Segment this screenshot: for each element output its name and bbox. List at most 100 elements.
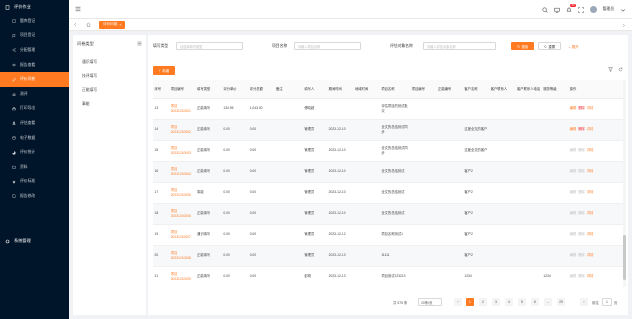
sidebar-item[interactable]: 测评: [0, 87, 69, 102]
detail-link[interactable]: 详情: [587, 148, 594, 152]
chevron-right-icon[interactable]: [621, 23, 626, 28]
table-cell-code[interactable]: 项目20231210002: [169, 119, 196, 141]
page-button[interactable]: 29: [557, 298, 565, 306]
sidebar-item[interactable]: 题库登记: [0, 14, 69, 29]
table-row[interactable]: 13 项目20231210001 正能填写 134.95 1,043.00 傅晓超 评估项目…: [153, 98, 623, 120]
delete-link[interactable]: 删除: [578, 232, 585, 236]
sidebar-item[interactable]: 报告查看: [0, 58, 69, 73]
edit-link[interactable]: 编辑: [570, 274, 577, 278]
edit-link[interactable]: 编辑: [570, 253, 577, 257]
tree-item[interactable]: 正能填写: [82, 88, 97, 93]
prev-page-button[interactable]: ‹: [454, 298, 462, 306]
edit-link[interactable]: 编辑: [570, 190, 577, 194]
edit-link[interactable]: 编辑: [570, 148, 577, 152]
filter-icon[interactable]: [608, 67, 613, 72]
delete-link[interactable]: 删除: [578, 274, 585, 278]
page-button[interactable]: 4: [505, 298, 513, 306]
delete-link[interactable]: 删除: [578, 148, 585, 152]
avatar[interactable]: [589, 6, 597, 13]
chevron-left-icon[interactable]: [73, 22, 78, 27]
sidebar-item[interactable]: 评价标准: [0, 175, 69, 190]
table-cell-code[interactable]: 项目20231210007: [169, 224, 196, 246]
page-ellipsis[interactable]: ...: [544, 298, 552, 306]
bell-icon[interactable]: 20: [566, 3, 576, 13]
screen-icon[interactable]: [553, 7, 560, 13]
detail-link[interactable]: 详情: [587, 127, 594, 131]
user-name[interactable]: 管理员: [603, 7, 614, 12]
table-row[interactable]: 15 项目20231210003 正能填写 0.00 0.00 管理员 2023-12-10…: [153, 140, 623, 162]
edit-link[interactable]: 编辑: [570, 169, 577, 173]
edit-link[interactable]: 编辑: [570, 211, 577, 215]
page-button[interactable]: 6: [531, 298, 539, 306]
detail-link[interactable]: 详情: [587, 106, 594, 110]
list-icon[interactable]: [137, 41, 142, 46]
table-row[interactable]: 16 项目20231210004 正能填写 0.00 0.00 管理员 2023-12-10…: [153, 161, 623, 183]
tree-item[interactable]: 技评填写: [82, 74, 97, 79]
delete-link[interactable]: 删除: [578, 190, 585, 194]
table-row[interactable]: 18 项目20231210006 正能填写 0.00 0.00 管理员 2023-12-10…: [153, 203, 623, 225]
edit-link[interactable]: 编辑: [570, 106, 577, 110]
home-icon[interactable]: [86, 22, 91, 27]
table-cell-code[interactable]: 项目20231210003: [169, 140, 196, 162]
table-cell-code[interactable]: 项目20231210004: [169, 161, 196, 183]
scrollbar-thumb[interactable]: [623, 235, 626, 280]
delete-link[interactable]: 删除: [578, 169, 585, 173]
sidebar-item[interactable]: 分配管理: [0, 43, 69, 58]
table-cell-code[interactable]: 项目20231210006: [169, 203, 196, 225]
table-cell-code[interactable]: 项目20231210009: [169, 266, 196, 287]
add-button[interactable]: + 新增: [153, 66, 175, 75]
sidebar-item[interactable]: 电子数据: [0, 131, 69, 146]
next-page-button[interactable]: ›: [580, 298, 588, 306]
close-icon[interactable]: ×: [119, 23, 121, 27]
delete-link[interactable]: 删除: [578, 253, 585, 257]
table-row[interactable]: 19 项目20231210007 通识填写 0.00 0.00 管理员 2023-12-12…: [153, 224, 623, 246]
sidebar-item[interactable]: 评价统计: [0, 145, 69, 160]
type-select[interactable]: 请选择填写类型: [176, 42, 243, 50]
fullscreen-icon[interactable]: [577, 6, 584, 13]
table-row[interactable]: 14 项目20231210002 正能填写 0.00 0.00 管理员 2023-12-10…: [153, 119, 623, 141]
sidebar-item[interactable]: 评价问卷: [0, 72, 69, 87]
chevron-down-icon[interactable]: [620, 7, 626, 13]
table-cell-code[interactable]: 项目20231210008: [169, 245, 196, 267]
page-button[interactable]: 5: [518, 298, 526, 306]
tree-item[interactable]: 通识填写: [82, 60, 97, 65]
table-row[interactable]: 17 项目20231210005 事能 0.00 0.00 管理员 2023-12-10 全文…: [153, 182, 623, 204]
sidebar-item[interactable]: 资料: [0, 160, 69, 175]
target-name-input[interactable]: 请输入评估对象名称: [423, 42, 496, 50]
detail-link[interactable]: 详情: [587, 274, 594, 278]
table-row[interactable]: 20 项目20231210008 正能填写 0.00 0.00 管理员 2023-12-13…: [153, 245, 623, 267]
tree-item[interactable]: 事能: [82, 102, 90, 107]
detail-link[interactable]: 详情: [587, 190, 594, 194]
table-cell-code[interactable]: 项目20231210001: [169, 98, 196, 120]
search-button[interactable]: 搜索: [511, 42, 534, 50]
page-button[interactable]: 1: [466, 298, 474, 306]
page-button[interactable]: 3: [492, 298, 500, 306]
sidebar-item[interactable]: 打印导出: [0, 102, 69, 117]
goto-input[interactable]: 1: [602, 298, 612, 306]
project-name-input[interactable]: 请输入项目名称: [294, 42, 361, 50]
sidebar-item[interactable]: 项目登记: [0, 29, 69, 44]
detail-link[interactable]: 详情: [587, 232, 594, 236]
detail-link[interactable]: 详情: [587, 211, 594, 215]
menu-fold-icon[interactable]: [75, 6, 81, 12]
edit-link[interactable]: 编辑: [570, 127, 577, 131]
expand-link[interactable]: ⌄ 展开: [568, 44, 579, 49]
edit-link[interactable]: 编辑: [570, 232, 577, 236]
sidebar-item[interactable]: 报告修改: [0, 189, 69, 204]
delete-link[interactable]: 删除: [578, 106, 585, 110]
sidebar-group-evaluation[interactable]: 评价作业: [0, 0, 69, 14]
delete-link[interactable]: 删除: [578, 211, 585, 215]
delete-link[interactable]: 删除: [578, 127, 585, 131]
sidebar-item[interactable]: 评估查看: [0, 116, 69, 131]
table-row[interactable]: 21 项目20231210009 正能填写 0.00 0.00 彭明 2023-12-13 项…: [153, 266, 623, 287]
page-button[interactable]: 2: [479, 298, 487, 306]
sidebar-group-system[interactable]: 系统管理: [0, 234, 69, 248]
detail-link[interactable]: 详情: [587, 253, 594, 257]
page-size-select[interactable]: 20条/页: [418, 298, 442, 306]
refresh-icon[interactable]: [618, 67, 623, 72]
reset-button[interactable]: 重置: [538, 42, 561, 50]
tab-evaluation-questionnaire[interactable]: 评价问卷 ×: [99, 20, 126, 29]
detail-link[interactable]: 详情: [587, 169, 594, 173]
table-cell-code[interactable]: 项目20231210005: [169, 182, 196, 204]
search-icon[interactable]: [542, 6, 548, 13]
